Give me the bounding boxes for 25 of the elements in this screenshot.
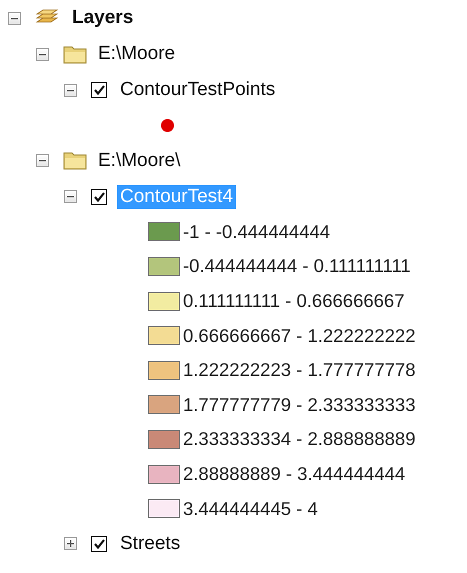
layer-checkbox[interactable] <box>91 536 107 552</box>
folder-label[interactable]: E:\Moore <box>95 42 178 66</box>
layer-label[interactable]: Streets <box>117 532 184 556</box>
legend-label: 2.333333334 - 2.888888889 <box>183 428 416 450</box>
legend-label: 1.222222223 - 1.777777778 <box>183 359 416 382</box>
collapse-icon[interactable] <box>8 12 21 24</box>
collapse-icon[interactable] <box>64 84 77 96</box>
collapse-icon[interactable] <box>64 190 77 204</box>
collapse-icon[interactable] <box>36 48 49 60</box>
layer-checkbox[interactable] <box>91 82 107 98</box>
collapse-icon[interactable] <box>36 154 49 168</box>
folder-icon <box>63 151 87 170</box>
legend-label: 0.111111111 - 0.666666667 <box>183 290 405 312</box>
tree-root-label[interactable]: Layers <box>69 6 136 30</box>
legend-label: 0.666666667 - 1.222222222 <box>183 324 416 347</box>
legend-label: -1 - -0.444444444 <box>183 220 330 243</box>
layer-checkbox[interactable] <box>91 188 107 205</box>
folder-icon <box>63 44 87 64</box>
folder-label[interactable]: E:\Moore\ <box>95 148 184 173</box>
legend-label: 1.777777779 - 2.333333333 <box>183 394 416 416</box>
legend-label: -0.444444444 - 0.111111111 <box>183 255 411 278</box>
legend-label: 2.88888889 - 3.444444444 <box>183 463 406 486</box>
legend-label: 3.444444445 - 4 <box>183 498 318 520</box>
layer-label[interactable]: ContourTestPoints <box>117 78 278 102</box>
expand-icon[interactable] <box>64 537 77 550</box>
